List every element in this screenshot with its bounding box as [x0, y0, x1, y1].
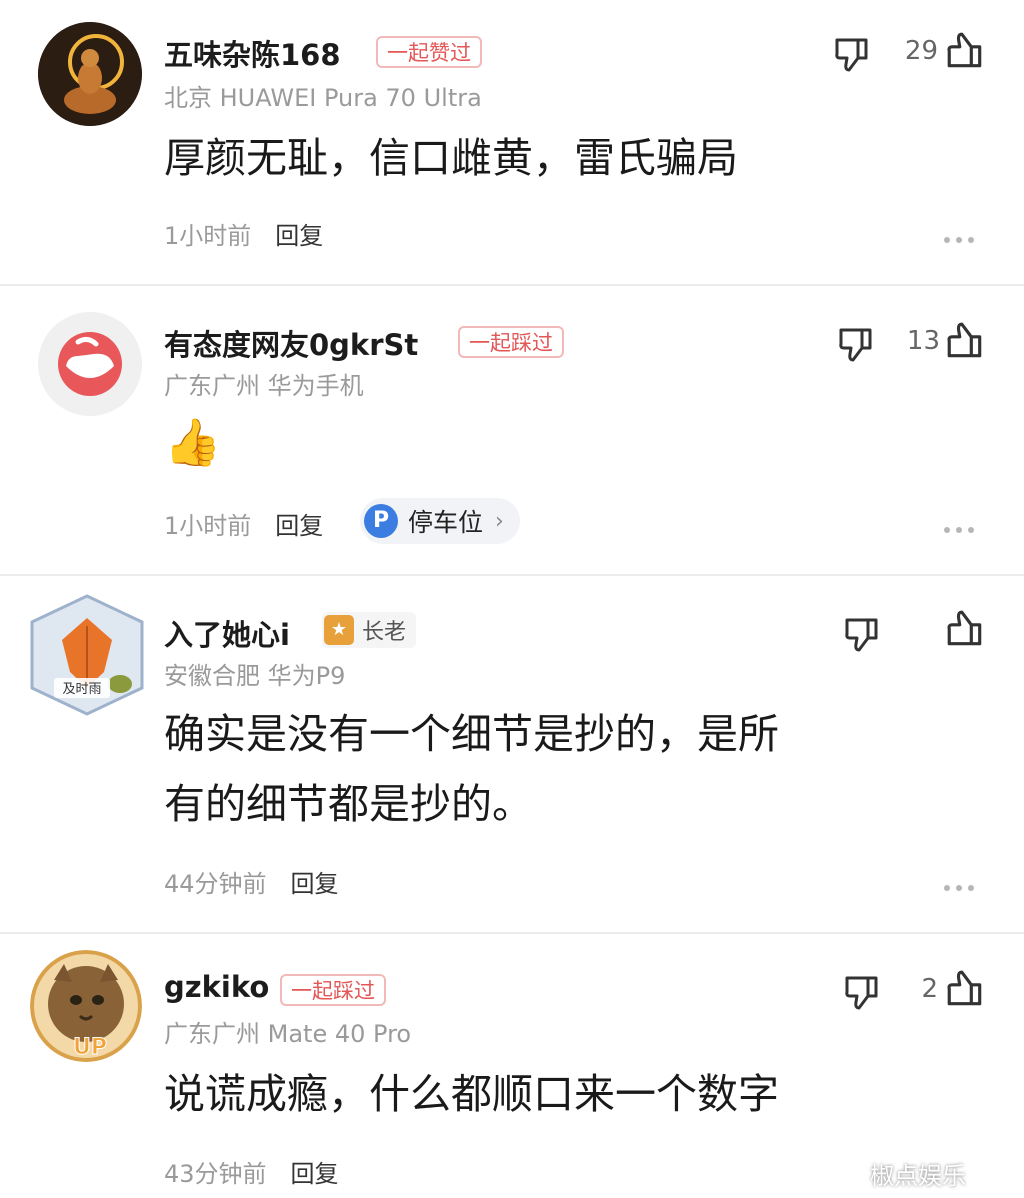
like-count: 2	[921, 974, 938, 1004]
comment-time: 43分钟前	[164, 1160, 267, 1188]
avatar[interactable]	[38, 312, 142, 416]
like-count: 29	[904, 36, 938, 66]
watermark: 椒点娱乐	[870, 1162, 966, 1190]
username[interactable]: gzkiko	[164, 970, 269, 1004]
location-device: 广东广州 Mate 40 Pro	[164, 1020, 412, 1048]
comment-footer: 1小时前 回复	[164, 216, 323, 251]
more-dots-icon[interactable]	[944, 228, 980, 243]
parking-icon: P	[364, 504, 398, 538]
reply-button[interactable]: 回复	[275, 512, 323, 540]
avatar[interactable]: 及时雨	[24, 592, 150, 718]
comment-time: 1小时前	[164, 512, 252, 540]
location-device: 安徽合肥 华为P9	[164, 662, 346, 690]
divider	[0, 284, 1024, 286]
thumbs-up-icon[interactable]	[944, 968, 986, 1010]
comment-footer: 1小时前 回复	[164, 506, 323, 541]
emoji-thumbs-up-icon: 👍	[164, 415, 222, 469]
badge-disliked-together: 一起踩过	[280, 974, 386, 1006]
chip-label: 停车位	[408, 508, 484, 537]
badge-liked-together: 一起赞过	[376, 36, 482, 68]
comment-time: 44分钟前	[164, 870, 267, 898]
comment-text-line-2: 有的细节都是抄的。	[164, 780, 533, 828]
location-device: 北京 HUAWEI Pura 70 Ultra	[164, 84, 482, 112]
comment-footer: 44分钟前 回复	[164, 864, 339, 899]
thumbs-down-icon[interactable]	[842, 972, 882, 1012]
comment-time: 1小时前	[164, 222, 252, 250]
more-dots-icon[interactable]	[944, 518, 980, 533]
username[interactable]: 入了她心i	[164, 612, 290, 654]
comment-text-line-1: 确实是没有一个细节是抄的，是所	[164, 710, 779, 758]
reply-button[interactable]: 回复	[291, 870, 339, 898]
username[interactable]: 有态度网友0gkrSt	[164, 322, 418, 364]
elder-label: 长老	[362, 620, 407, 645]
location-device: 广东广州 华为手机	[164, 372, 364, 400]
more-dots-icon[interactable]	[944, 876, 980, 891]
elder-star-icon: ★	[324, 615, 354, 645]
chevron-right-icon: ›	[495, 508, 504, 534]
thumbs-down-icon[interactable]	[842, 614, 882, 654]
comment-footer: 43分钟前 回复	[164, 1154, 339, 1189]
thumbs-down-icon[interactable]	[836, 324, 876, 364]
badge-elder: ★ 长老	[322, 612, 417, 648]
avatar[interactable]: UP	[30, 950, 142, 1062]
thumbs-up-icon[interactable]	[944, 30, 986, 72]
avatar[interactable]	[38, 22, 142, 126]
like-count: 13	[906, 326, 940, 356]
divider	[0, 932, 1024, 934]
thumbs-down-icon[interactable]	[832, 34, 872, 74]
reply-button[interactable]: 回复	[291, 1160, 339, 1188]
divider	[0, 574, 1024, 576]
avatar-caption: UP	[73, 1035, 107, 1060]
username[interactable]: 五味杂陈168	[164, 32, 341, 74]
reply-button[interactable]: 回复	[275, 222, 323, 250]
badge-disliked-together: 一起踩过	[458, 326, 564, 358]
comment-text: 说谎成瘾，什么都顺口来一个数字	[164, 1070, 779, 1118]
comment-text: 厚颜无耻，信口雌黄，雷氏骗局	[164, 134, 738, 182]
thumbs-up-icon[interactable]	[944, 320, 986, 362]
avatar-caption: 及时雨	[62, 682, 101, 697]
parking-spot-chip[interactable]: P 停车位 ›	[360, 498, 520, 544]
thumbs-up-icon[interactable]	[944, 608, 986, 650]
